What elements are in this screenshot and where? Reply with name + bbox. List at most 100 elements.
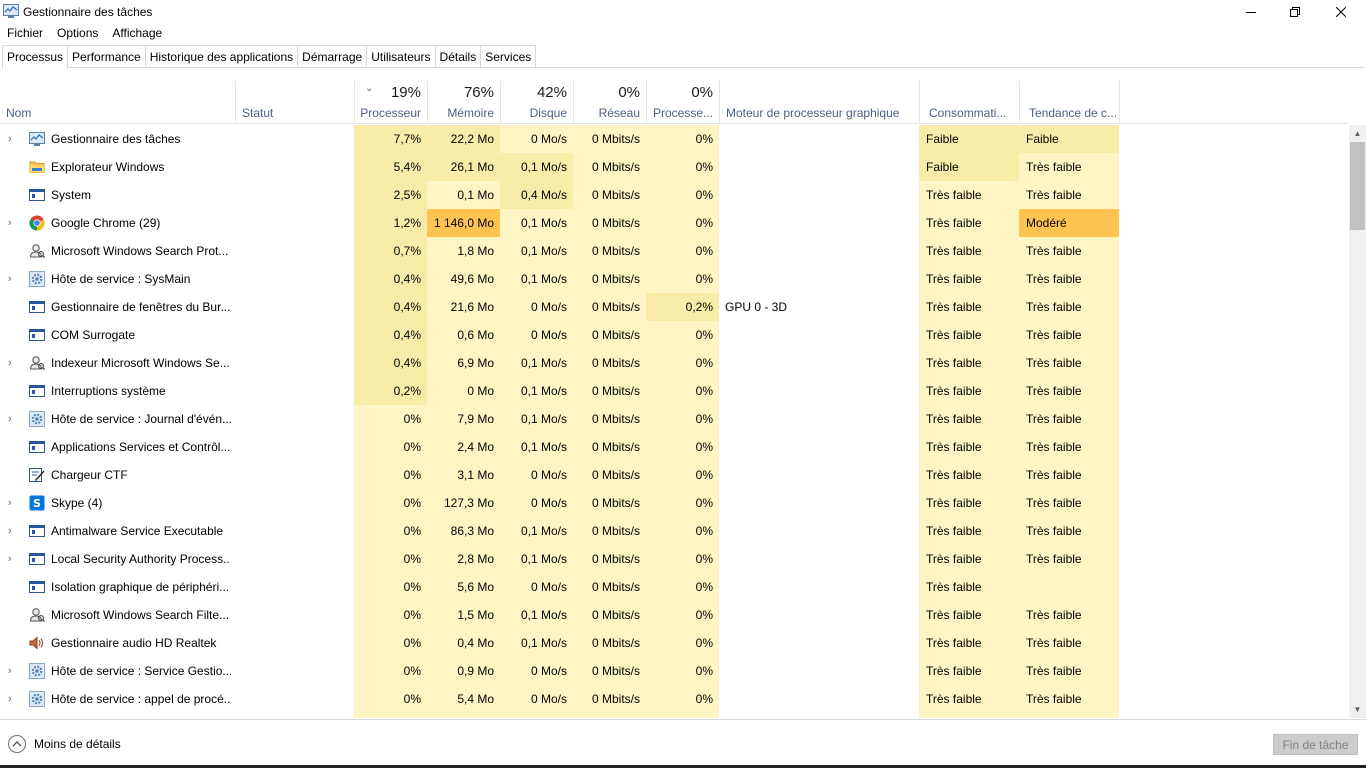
header-gpu-engine[interactable]: Moteur de processeur graphique <box>719 81 919 124</box>
chevron-right-icon[interactable]: › <box>8 405 18 433</box>
menu-options[interactable]: Options <box>50 24 105 42</box>
cell-power: Très faible <box>919 321 1019 349</box>
process-name: Hôte de service : Service Gestio... <box>51 664 231 678</box>
less-details-button[interactable]: Moins de détails <box>8 735 121 753</box>
cell-power: Très faible <box>919 461 1019 489</box>
cell-cpu: 0,2% <box>354 377 427 405</box>
chevron-right-icon[interactable]: › <box>8 265 18 293</box>
chevron-right-icon[interactable]: › <box>8 517 18 545</box>
cell-power: Très faible <box>919 181 1019 209</box>
table-row[interactable]: › S Skype (4) 0% 127,3 Mo 0 Mo/s 0 Mbits/s 0% Tr… <box>0 489 1348 517</box>
table-row[interactable]: Gestionnaire de fenêtres du Bur... 0,4% 21… <box>0 293 1348 321</box>
header-gpu[interactable]: 0% Processe... <box>646 81 719 124</box>
cell-mem: 86,3 Mo <box>427 517 500 545</box>
table-row[interactable]: Explorateur Windows 5,4% 26,1 Mo 0,1 Mo/s 0 … <box>0 153 1348 181</box>
table-row[interactable]: Interruptions système 0,2% 0 Mo 0,1 Mo/s 0 M… <box>0 377 1348 405</box>
header-disk[interactable]: 42% Disque <box>500 81 573 124</box>
cell-disk: 0,1 Mo/s <box>500 629 573 657</box>
table-row[interactable]: › Hôte de service : Service Gestio... 0% 0,… <box>0 657 1348 685</box>
header-name[interactable]: Nom <box>0 81 235 124</box>
cell-net: 0 Mbits/s <box>573 601 646 629</box>
cell-engine <box>719 237 919 265</box>
table-row[interactable]: Microsoft Windows Search Prot... 0,7% 1,8 … <box>0 237 1348 265</box>
cell-trend: Très faible <box>1019 377 1119 405</box>
header-status[interactable]: Statut <box>235 81 354 124</box>
chevron-right-icon[interactable]: › <box>8 489 18 517</box>
less-details-label: Moins de détails <box>34 737 121 751</box>
chevron-right-icon[interactable]: › <box>8 685 18 713</box>
skype-icon: S <box>29 495 45 511</box>
chevron-right-icon[interactable]: › <box>8 209 18 237</box>
tab-details[interactable]: Détails <box>434 45 482 67</box>
table-row[interactable]: COM Surrogate 0,4% 0,6 Mo 0 Mo/s 0 Mbits/s 0%… <box>0 321 1348 349</box>
gear-icon <box>29 411 45 427</box>
cell-net: 0 Mbits/s <box>573 377 646 405</box>
cell-net: 0 Mbits/s <box>573 545 646 573</box>
cell-gpu: 0% <box>646 489 719 517</box>
tab-processus[interactable]: Processus <box>2 45 69 69</box>
cell-engine <box>719 181 919 209</box>
table-row[interactable]: Gestionnaire audio HD Realtek 0% 0,4 Mo 0,1… <box>0 629 1348 657</box>
tab-performance[interactable]: Performance <box>67 45 146 67</box>
window-icon <box>29 383 45 399</box>
cell-trend: Très faible <box>1019 657 1119 685</box>
header-power-trend[interactable]: Tendance de c... <box>1019 81 1119 124</box>
menu-fichier[interactable]: Fichier <box>0 24 50 42</box>
cell-cpu: 0% <box>354 685 427 713</box>
header-empty <box>1119 81 1348 124</box>
restore-button[interactable] <box>1272 0 1318 24</box>
cell-engine <box>719 153 919 181</box>
minimize-button[interactable] <box>1228 0 1274 24</box>
cell-cpu: 0,4% <box>354 321 427 349</box>
cell-net: 0 Mbits/s <box>573 405 646 433</box>
table-row[interactable]: › Hôte de service : Journal d'évén... 0% 7,… <box>0 405 1348 433</box>
vertical-scrollbar[interactable]: ▲ ▼ <box>1349 125 1366 718</box>
tab-demarrage[interactable]: Démarrage <box>297 45 368 67</box>
header-network[interactable]: 0% Réseau <box>573 81 646 124</box>
table-row[interactable]: › Google Chrome (29) 1,2% 1 146,0 Mo 0,1 Mo/… <box>0 209 1348 237</box>
cell-mem: 0,6 Mo <box>427 321 500 349</box>
tab-services[interactable]: Services <box>480 45 537 67</box>
cell-power: Très faible <box>919 657 1019 685</box>
cell-engine: GPU 0 - 3D <box>725 300 788 314</box>
chevron-right-icon[interactable]: › <box>8 349 18 377</box>
header-cpu[interactable]: ⌄ 19% Processeur <box>354 81 427 124</box>
table-row[interactable]: › Local Security Authority Process... 0% 2,… <box>0 545 1348 573</box>
chevron-right-icon[interactable]: › <box>8 545 18 573</box>
header-name-label: Nom <box>6 106 32 120</box>
table-row[interactable]: › Gestionnaire des tâches 7,7% 22,2 Mo 0 Mo/… <box>0 125 1348 153</box>
table-row[interactable]: › Hôte de service : SysMain 0,4% 49,6 Mo 0,1… <box>0 265 1348 293</box>
cell-cpu: 2,5% <box>354 181 427 209</box>
speaker-icon <box>29 635 45 651</box>
header-power[interactable]: Consommati... <box>919 81 1019 124</box>
table-row[interactable]: › Indexeur Microsoft Windows Se... 0,4% 6,9… <box>0 349 1348 377</box>
table-row[interactable]: › Antimalware Service Executable 0% 86,3 Mo… <box>0 517 1348 545</box>
table-row[interactable]: Chargeur CTF 0% 3,1 Mo 0 Mo/s 0 Mbits/s 0% Trè… <box>0 461 1348 489</box>
cell-power: Très faible <box>919 293 1019 321</box>
cell-disk: 0,1 Mo/s <box>500 545 573 573</box>
menu-affichage[interactable]: Affichage <box>105 24 169 42</box>
scroll-up-icon[interactable]: ▲ <box>1349 125 1366 142</box>
cell-engine <box>719 405 919 433</box>
table-row[interactable]: System 2,5% 0,1 Mo 0,4 Mo/s 0 Mbits/s 0% Très … <box>0 181 1348 209</box>
tab-historique[interactable]: Historique des applications <box>144 45 299 67</box>
cell-power: Très faible <box>919 377 1019 405</box>
close-button[interactable] <box>1318 0 1364 24</box>
table-row[interactable]: › Hôte de service : appel de procé... 0% 5,… <box>0 685 1348 713</box>
end-task-button[interactable]: Fin de tâche <box>1273 734 1358 755</box>
chevron-right-icon[interactable]: › <box>8 657 18 685</box>
cell-gpu: 0% <box>646 629 719 657</box>
header-memory[interactable]: 76% Mémoire <box>427 81 500 124</box>
window-icon <box>29 523 45 539</box>
process-list: › Gestionnaire des tâches 7,7% 22,2 Mo 0 Mo/… <box>0 125 1348 718</box>
tab-utilisateurs[interactable]: Utilisateurs <box>366 45 436 67</box>
chevron-right-icon[interactable]: › <box>8 125 18 153</box>
table-row[interactable]: Applications Services et Contrôl... 0% 2,4… <box>0 433 1348 461</box>
header-power-label: Consommati... <box>929 106 1007 120</box>
table-row[interactable]: Isolation graphique de périphéri... 0% 5,6… <box>0 573 1348 601</box>
scroll-down-icon[interactable]: ▼ <box>1349 701 1366 718</box>
scroll-thumb[interactable] <box>1350 142 1365 230</box>
table-row[interactable]: Microsoft Windows Search Filte... 0% 1,5 M… <box>0 601 1348 629</box>
cell-engine <box>719 377 919 405</box>
cell-engine <box>719 125 919 153</box>
